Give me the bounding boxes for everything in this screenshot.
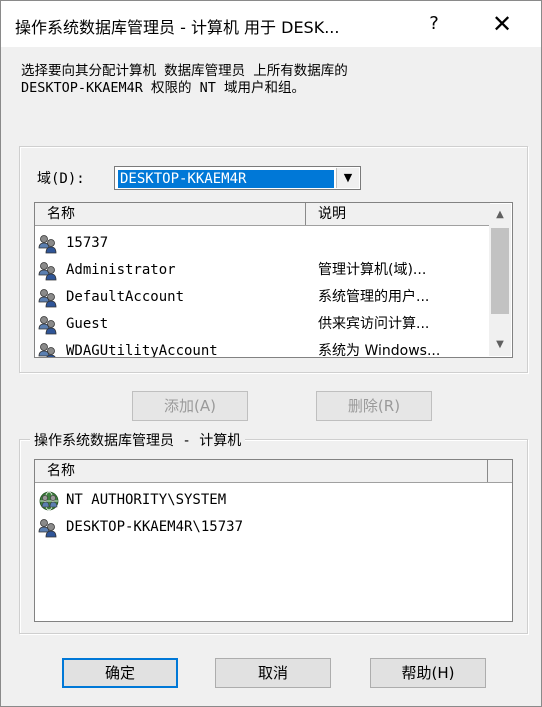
chevron-down-icon[interactable]: ▼	[336, 168, 359, 188]
remove-button[interactable]: 删除(R)	[316, 391, 432, 421]
scroll-down-icon[interactable]: ▼	[489, 334, 511, 356]
scroll-up-icon[interactable]: ▲	[489, 204, 511, 226]
column-header-description[interactable]: 说明	[306, 203, 490, 225]
add-button[interactable]: 添加(A)	[132, 391, 248, 421]
domain-dropdown[interactable]: DESKTOP-KKAEM4R ▼	[114, 166, 361, 190]
ok-button[interactable]: 确定	[62, 658, 178, 688]
assigned-users-list[interactable]: 名称 NT AUTHORITY\SYSTEM DESKTOP-KKAEM4R\1…	[34, 459, 513, 622]
list-item-description: 管理计算机(域)...	[318, 262, 427, 278]
list-item-name: DESKTOP-KKAEM4R\15737	[66, 519, 244, 535]
list-item-name: NT AUTHORITY\SYSTEM	[66, 492, 227, 508]
dialog-window: 操作系统数据库管理员 - 计算机 用于 DESK... ? ✕ 选择要向其分配计…	[0, 0, 542, 707]
list-item[interactable]: 15737	[35, 230, 490, 256]
user-icon	[38, 289, 57, 308]
list-item-name: Administrator	[66, 262, 176, 278]
title-bar: 操作系统数据库管理员 - 计算机 用于 DESK... ? ✕	[1, 1, 541, 47]
user-icon	[38, 316, 57, 335]
column-header-name[interactable]: 名称	[35, 460, 488, 482]
user-icon	[38, 343, 56, 357]
dialog-description: 选择要向其分配计算机 数据库管理员 上所有数据库的 DESKTOP-KKAEM4…	[21, 63, 348, 96]
list-item[interactable]: NT AUTHORITY\SYSTEM	[35, 487, 512, 513]
system-group-icon	[39, 491, 59, 511]
help-title-button[interactable]: ?	[419, 9, 449, 39]
list-item-name: DefaultAccount	[66, 289, 185, 305]
user-icon	[38, 235, 57, 254]
available-list-header: 名称 说明	[35, 203, 490, 226]
list-item[interactable]: Guest 供来宾访问计算...	[35, 311, 490, 337]
list-item[interactable]: WDAGUtilityAccount 系统为 Windows...	[35, 338, 490, 358]
list-item[interactable]: DESKTOP-KKAEM4R\15737	[35, 514, 512, 540]
domain-dropdown-value: DESKTOP-KKAEM4R	[118, 170, 334, 188]
assigned-group-title: 操作系统数据库管理员 - 计算机	[30, 430, 246, 450]
user-icon	[38, 519, 57, 538]
scrollbar-thumb[interactable]	[491, 228, 509, 314]
list-item-description: 供来宾访问计算...	[318, 316, 430, 332]
help-button[interactable]: 帮助(H)	[370, 658, 486, 688]
vertical-scrollbar[interactable]: ▲ ▼	[489, 204, 511, 356]
list-item-description: 系统为 Windows...	[318, 343, 441, 358]
cancel-button[interactable]: 取消	[215, 658, 331, 688]
assigned-list-header: 名称	[35, 460, 512, 483]
window-title: 操作系统数据库管理员 - 计算机 用于 DESK...	[15, 18, 340, 37]
close-button[interactable]: ✕	[487, 9, 517, 39]
list-item-name: WDAGUtilityAccount	[66, 343, 218, 358]
user-icon	[38, 262, 57, 281]
column-header-name[interactable]: 名称	[35, 203, 306, 225]
available-users-list[interactable]: 名称 说明 15737 Administrator 管理计算机(域)... De…	[34, 202, 513, 358]
list-item-name: Guest	[66, 316, 109, 332]
list-item-name: 15737	[66, 235, 109, 251]
domain-label: 域(D):	[37, 171, 85, 187]
list-item[interactable]: DefaultAccount 系统管理的用户...	[35, 284, 490, 310]
list-item-description: 系统管理的用户...	[318, 289, 430, 305]
list-item[interactable]: Administrator 管理计算机(域)...	[35, 257, 490, 283]
